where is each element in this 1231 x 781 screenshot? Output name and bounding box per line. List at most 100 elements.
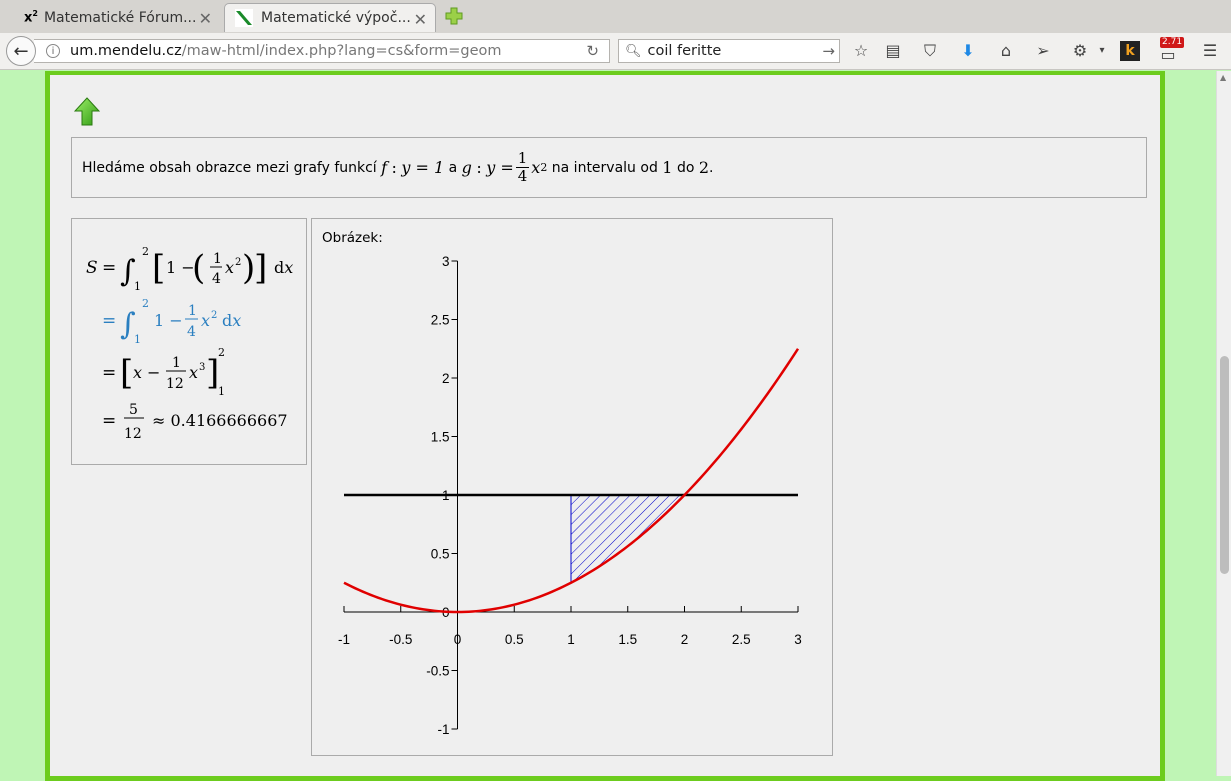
svg-text:1 −: 1 − [166,258,195,277]
svg-text:x: x [133,363,142,382]
k-extension-icon[interactable]: k [1120,41,1140,61]
y-tick-label: 2.5 [431,313,450,328]
tab-matematicke-vypocty[interactable]: Matematické výpoč... ✕ [224,3,436,32]
close-tab-icon[interactable]: ✕ [414,10,427,29]
up-arrow-icon[interactable] [74,97,100,127]
send-icon[interactable]: ➢ [1033,41,1053,61]
x-tick-label: 2 [681,632,689,647]
svg-text:2: 2 [218,346,225,359]
home-icon[interactable]: ⌂ [996,41,1016,61]
svg-text:dx: dx [274,258,293,277]
svg-text:[: [ [152,248,165,288]
svg-text:2: 2 [235,257,241,268]
x-tick-label: 1.5 [618,632,637,647]
svg-text:1: 1 [134,280,141,293]
svg-text:x: x [225,258,234,277]
svg-text:=: = [102,311,116,331]
y-tick-label: 2 [442,371,450,386]
svg-text:2: 2 [142,297,149,310]
site-info-icon[interactable]: i [46,44,60,58]
svg-text:1 −: 1 − [154,311,183,330]
x-tick-label: -1 [338,632,350,647]
g-expression-prefix: y = [486,158,514,177]
new-tab-plus-icon[interactable] [444,6,464,26]
search-go-arrow-icon[interactable]: → [822,42,835,60]
scroll-up-arrow-icon[interactable]: ▲ [1220,73,1226,82]
g-fraction: 14 [515,149,530,185]
interval-end: 2 [698,158,710,177]
svg-text:−: − [147,363,160,382]
tab-title: Matematické výpoč... [261,10,411,26]
svg-text:12: 12 [166,376,184,392]
svg-text:dx: dx [222,311,241,330]
y-tick-label: -0.5 [426,664,449,679]
back-arrow-icon: ← [13,40,29,62]
problem-text-after: na intervalu od [551,159,658,176]
scrollbar-thumb[interactable] [1220,356,1229,574]
svg-text:x: x [189,363,198,382]
navigation-toolbar: i um.mendelu.cz/maw-html/index.php?lang=… [0,33,1231,70]
search-input[interactable]: coil feritte [648,43,722,59]
download-icon[interactable]: ⬇ [958,41,978,61]
svg-text:4: 4 [187,324,196,340]
url-bar[interactable]: i um.mendelu.cz/maw-html/index.php?lang=… [34,39,610,63]
back-button[interactable]: ← [6,36,36,66]
reload-icon[interactable]: ↻ [586,42,599,60]
svg-text:=: = [102,258,116,278]
result-denominator: 12 [124,426,142,442]
problem-text-before: Hledáme obsah obrazce mezi grafy funkcí [82,159,377,176]
do-text: do [676,159,695,176]
svg-text:]: ] [254,248,267,288]
result-numerator: 5 [129,402,138,418]
tab-matematicke-forum[interactable]: x2 Matematické Fórum... ✕ [10,3,220,32]
search-bar[interactable]: 🔍︎ coil feritte → [618,39,840,63]
y-tick-label: 3 [442,254,450,269]
svg-text:1: 1 [188,303,197,319]
svg-text:(: ( [192,248,205,288]
tab-title: Matematické Fórum... [43,9,197,26]
notification-icon[interactable]: ▭ [1158,45,1178,65]
svg-text:[: [ [120,353,133,393]
shaded-area-region [571,495,685,583]
function-graph: -1-0.500.511.522.53-1-0.500.511.522.53 [338,254,802,737]
solution-box: S = ∫ 2 1 [ 1 − ( 1 4 x 2 ) ] dx = ∫ 2 1… [71,218,307,465]
close-tab-icon[interactable]: ✕ [199,9,212,28]
figure-box: Obrázek: -1-0.500.511.522.53-1-0.500.511… [311,218,833,756]
pocket-icon[interactable]: ⛉ [920,41,940,61]
x-tick-label: -0.5 [389,632,412,647]
interval-start: 1 [662,158,673,177]
reading-list-icon[interactable]: ▤ [883,41,903,61]
svg-text:1: 1 [172,355,181,371]
area-symbol: S [86,258,98,278]
mendelu-favicon-icon [235,9,253,27]
problem-statement: Hledáme obsah obrazce mezi grafy funkcí … [71,137,1147,198]
tab-strip: x2 Matematické Fórum... ✕ Matematické vý… [0,0,1231,34]
f-expression: y = 1 [401,158,445,177]
f-label: f [381,158,388,177]
x-tick-label: 3 [794,632,802,647]
y-tick-label: -1 [437,722,449,737]
vertical-scrollbar[interactable]: ▲ [1216,71,1231,776]
y-tick-label: 1.5 [431,430,450,445]
g-label: g [461,158,472,177]
svg-text:2: 2 [211,310,217,321]
svg-text:2: 2 [142,245,149,258]
x2-favicon-icon: x2 [24,9,38,26]
svg-text:1: 1 [213,251,222,267]
svg-text:x: x [201,311,210,330]
y-tick-label: 0.5 [431,547,450,562]
solution-formula: S = ∫ 2 1 [ 1 − ( 1 4 x 2 ) ] dx = ∫ 2 1… [86,245,293,442]
and-text: a [448,159,458,176]
svg-text:3: 3 [199,362,205,373]
x-tick-label: 0 [454,632,462,647]
x-tick-label: 1 [567,632,575,647]
result-approx: ≈ 0.4166666667 [152,411,288,430]
menu-hamburger-icon[interactable]: ☰ [1200,41,1220,61]
extension-dropdown-icon[interactable]: ▾ [1092,41,1112,61]
notification-badge: 2.71 [1160,37,1185,48]
x-tick-label: 0.5 [505,632,524,647]
svg-text:=: = [102,363,116,383]
extension-icon[interactable]: ⚙ [1070,41,1090,61]
search-icon: 🔍︎ [625,43,642,59]
bookmark-star-icon[interactable]: ☆ [851,41,871,61]
